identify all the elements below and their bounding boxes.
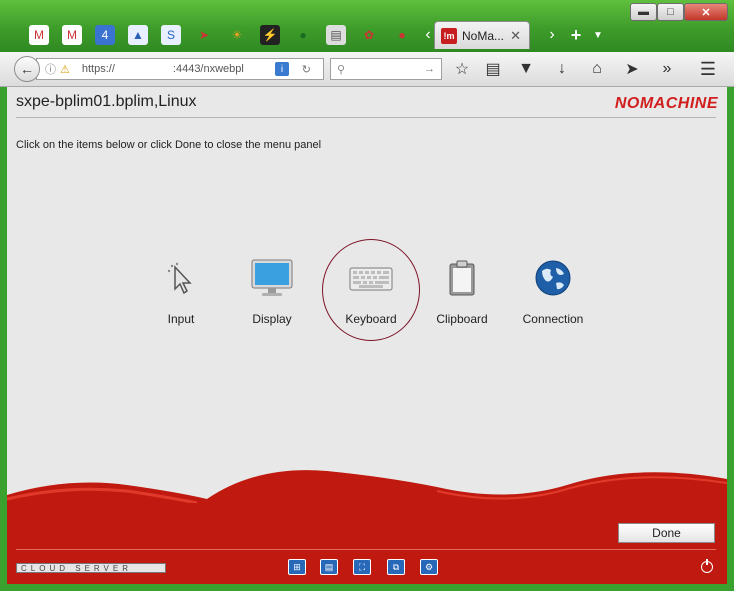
nomachine-panel: sxpe-bplim01.bplim,Linux NOMACHINE Click…	[7, 87, 727, 584]
url-rest: :4443/nxwebpl	[172, 63, 244, 75]
display-mode-icon[interactable]: ▤	[320, 559, 338, 575]
display-label: Display	[252, 312, 292, 326]
arrow-tab-icon[interactable]: ➤	[194, 25, 214, 45]
drive-tab-icon[interactable]: ▲	[128, 25, 148, 45]
reload-icon[interactable]: ↻	[302, 63, 311, 76]
warning-lock-icon[interactable]: ⚠	[60, 63, 70, 76]
url-scheme: https://	[81, 63, 115, 75]
minimize-button[interactable]: ▬	[630, 3, 657, 21]
menu-item-input[interactable]: Input	[136, 257, 226, 337]
page-tab-icon[interactable]: ▤	[326, 25, 346, 45]
search-input[interactable]: ⚲ →	[330, 58, 442, 80]
monitor-icon	[250, 257, 294, 299]
connection-label: Connection	[522, 312, 584, 326]
download-icon[interactable]: ↓	[551, 58, 573, 80]
sun-tab-icon[interactable]: ☀	[227, 25, 247, 45]
back-button[interactable]: ←	[14, 56, 40, 82]
menu-item-keyboard[interactable]: Keyboard	[326, 257, 416, 337]
maximize-button[interactable]: □	[657, 3, 684, 21]
bookmark-star-icon[interactable]: ☆	[451, 58, 473, 80]
search-icon: ⚲	[337, 63, 346, 76]
menu-item-connection[interactable]: Connection	[508, 257, 598, 337]
leaf-tab-icon[interactable]: ✿	[359, 25, 379, 45]
menu-icon[interactable]: ☰	[697, 58, 719, 80]
search-go-icon[interactable]: →	[424, 63, 435, 75]
page-title: sxpe-bplim01.bplim,Linux	[16, 93, 197, 110]
tab-title: NoMa...	[462, 28, 505, 43]
instructions-text: Click on the items below or click Done t…	[16, 139, 322, 151]
keyboard-icon	[349, 257, 393, 299]
navigation-toolbar: ⓘ ⚠ https:// :4443/nxwebpl i ↻ ← ⚲ → ☆ ▤…	[0, 52, 734, 87]
globe-tab-icon[interactable]: ●	[293, 25, 313, 45]
fullscreen-icon[interactable]: ⛶	[353, 559, 371, 575]
browser-tabstrip: ▬ □ ✕ M M 4 ▲ S ➤ ☀ ⚡ ● ▤ ✿ ● ‹ !m NoMa.…	[0, 0, 734, 52]
menu-item-clipboard[interactable]: Clipboard	[417, 257, 507, 337]
bolt-tab-icon[interactable]: ⚡	[260, 25, 280, 45]
settings-icon[interactable]: ⚙	[420, 559, 438, 575]
close-tab-icon[interactable]: ✕	[510, 28, 521, 44]
keyboard-label: Keyboard	[345, 312, 397, 326]
footer-divider	[16, 549, 716, 550]
fit-screen-icon[interactable]: ⊞	[288, 559, 306, 575]
footer: Done CLOUD SERVER ⊞ ▤ ⛶ ⧉ ⚙	[7, 457, 727, 584]
cursor-icon	[159, 257, 203, 299]
clipboard-label: Clipboard	[436, 312, 488, 326]
close-window-button[interactable]: ✕	[684, 3, 728, 21]
send-icon[interactable]: ➤	[621, 58, 643, 80]
pocket-icon[interactable]: ▼	[515, 58, 537, 80]
power-icon[interactable]	[701, 559, 713, 573]
nomachine-favicon-icon: !m	[441, 27, 457, 44]
new-tab-icon[interactable]: +	[566, 25, 586, 45]
clipboard-icon	[440, 257, 484, 299]
nomachine-logo: NOMACHINE	[614, 95, 718, 112]
menu-item-display[interactable]: Display	[227, 257, 317, 337]
url-bar[interactable]: ⓘ ⚠ https:// :4443/nxwebpl i ↻	[36, 58, 324, 80]
overflow-chevron-icon[interactable]: »	[656, 58, 678, 80]
globe-icon	[531, 257, 575, 299]
home-icon[interactable]: ⌂	[586, 58, 608, 80]
divider	[16, 117, 716, 118]
tab-scroll-right-icon[interactable]: ›	[542, 25, 562, 45]
s-tab-icon[interactable]: S	[161, 25, 181, 45]
calendar-tab-icon[interactable]: 4	[95, 25, 115, 45]
redhat-tab-icon[interactable]: ●	[392, 25, 412, 45]
gmail-tab-icon[interactable]: M	[62, 25, 82, 45]
input-label: Input	[167, 312, 195, 326]
tab-nomachine[interactable]: !m NoMa... ✕	[434, 21, 530, 49]
done-button[interactable]: Done	[618, 523, 715, 543]
page-info-icon[interactable]: i	[275, 62, 289, 76]
reading-list-icon[interactable]: ▤	[482, 58, 504, 80]
tab-list-icon[interactable]: ▼	[588, 25, 608, 45]
browser-window: ▬ □ ✕ M M 4 ▲ S ➤ ☀ ⚡ ● ▤ ✿ ● ‹ !m NoMa.…	[0, 0, 734, 591]
info-icon[interactable]: ⓘ	[45, 61, 56, 77]
cloud-server-logo: CLOUD SERVER	[16, 563, 166, 573]
gmail-tab-icon[interactable]: M	[29, 25, 49, 45]
resize-window-icon[interactable]: ⧉	[387, 559, 405, 575]
